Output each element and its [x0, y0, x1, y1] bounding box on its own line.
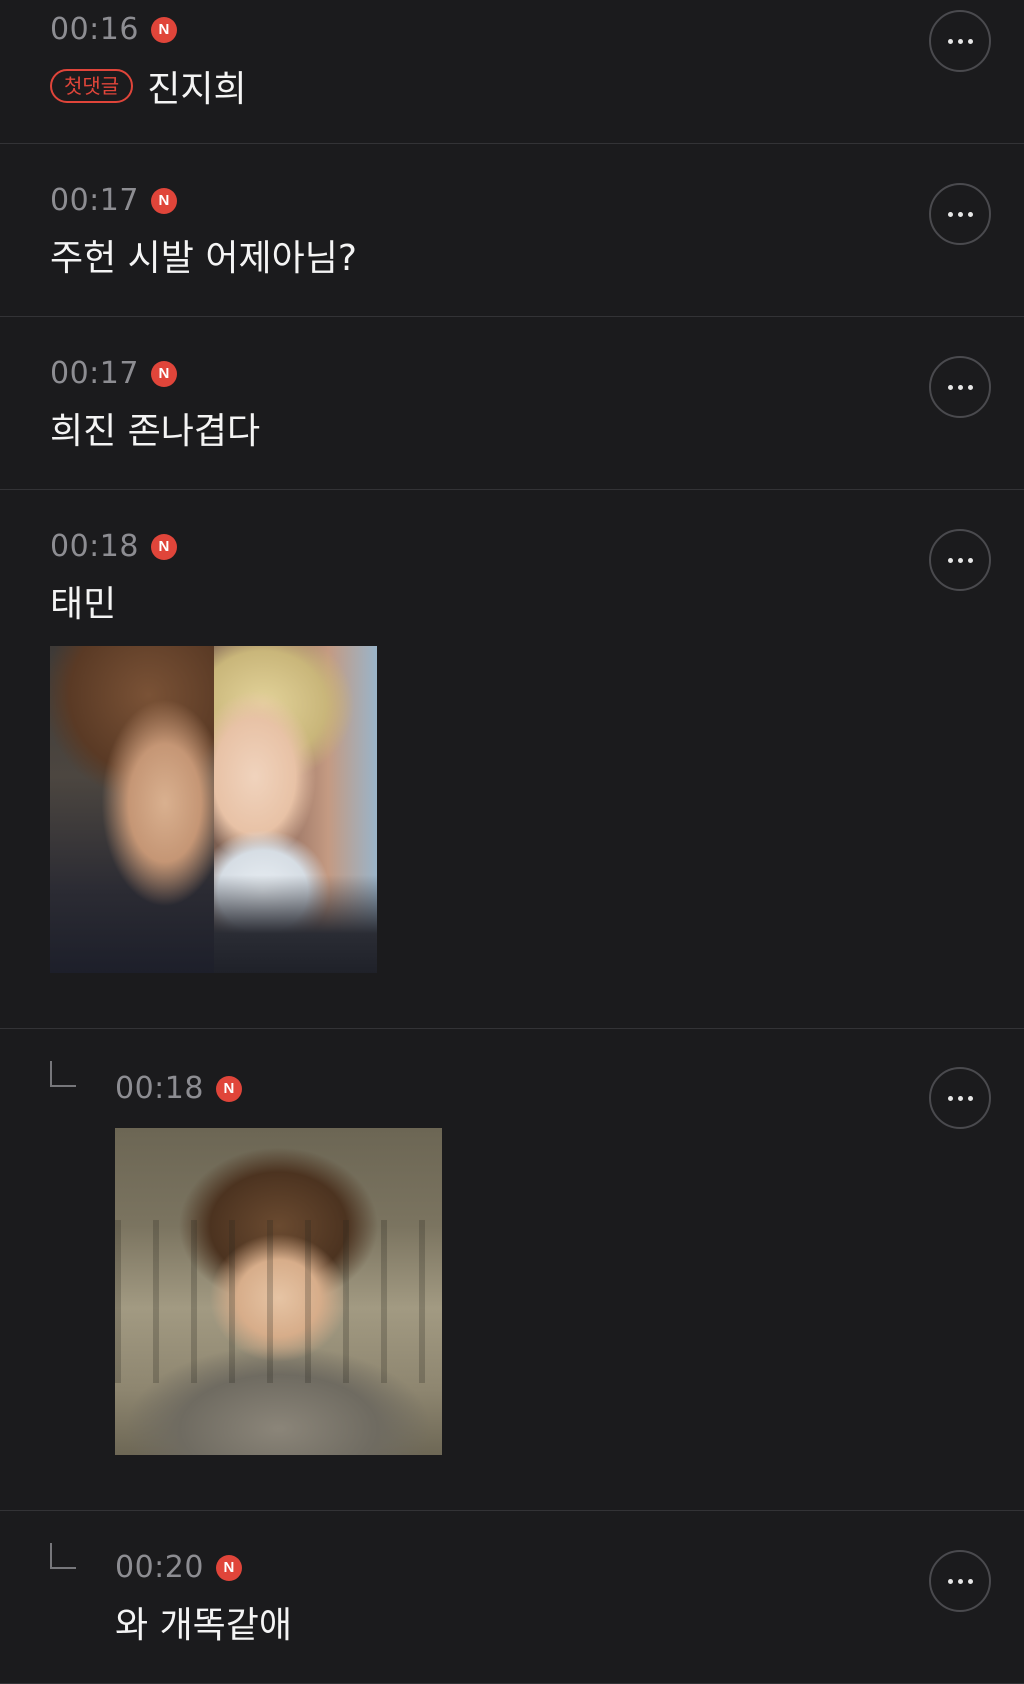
more-options-button[interactable] [929, 183, 991, 245]
new-badge-icon: N [150, 533, 177, 560]
comment-item: 00:16 N 첫댓글 진지희 [0, 0, 1024, 144]
reply-arrow-icon [50, 1543, 76, 1569]
comment-body: 와 개똑같애 [115, 1596, 292, 1648]
more-horizontal-icon [947, 384, 953, 390]
comment-text: 진지희 [147, 69, 247, 110]
new-badge-icon: N [215, 1554, 242, 1581]
comment-meta: 00:18 N [50, 529, 177, 564]
comment-meta: 00:16 N [50, 12, 177, 47]
new-badge-icon: N [150, 16, 177, 43]
more-options-button[interactable] [929, 1550, 991, 1612]
more-options-button[interactable] [929, 1067, 991, 1129]
reply-item: 00:18 N [0, 1029, 1024, 1511]
comment-body: 희진 존나겹다 [50, 402, 260, 454]
more-horizontal-icon [947, 211, 953, 217]
comment-body: 태민 [50, 575, 116, 627]
comment-time: 00:18 [115, 1071, 204, 1106]
reply-item: 00:20 N 와 개똑같애 [0, 1511, 1024, 1684]
more-options-button[interactable] [929, 10, 991, 72]
more-horizontal-icon [947, 1578, 953, 1584]
comment-time: 00:16 [50, 12, 139, 47]
comment-time: 00:17 [50, 356, 139, 391]
comment-time: 00:17 [50, 183, 139, 218]
comment-text: 와 개똑같애 [115, 1605, 293, 1646]
comment-photo[interactable] [115, 1128, 442, 1455]
comment-meta: 00:17 N [50, 183, 177, 218]
comment-text: 주헌 시발 어제아님? [50, 238, 357, 279]
new-badge-icon: N [150, 187, 177, 214]
comment-item: 00:17 N 희진 존나겹다 [0, 317, 1024, 490]
comment-time: 00:18 [50, 529, 139, 564]
new-badge-icon: N [150, 360, 177, 387]
more-horizontal-icon [947, 1095, 953, 1101]
comment-body: 첫댓글 진지희 [50, 60, 247, 112]
comment-meta: 00:20 N [115, 1550, 242, 1585]
first-comment-badge: 첫댓글 [50, 69, 134, 103]
more-options-button[interactable] [929, 529, 991, 591]
comment-body: 주헌 시발 어제아님? [50, 229, 357, 281]
comment-meta: 00:17 N [50, 356, 177, 391]
comment-item: 00:17 N 주헌 시발 어제아님? [0, 144, 1024, 317]
comment-meta: 00:18 N [115, 1071, 242, 1106]
comment-time: 00:20 [115, 1550, 204, 1585]
comment-photo[interactable] [50, 646, 377, 973]
more-options-button[interactable] [929, 356, 991, 418]
new-badge-icon: N [215, 1075, 242, 1102]
comment-text: 태민 [50, 584, 117, 625]
more-horizontal-icon [947, 557, 953, 563]
more-horizontal-icon [947, 38, 953, 44]
reply-arrow-icon [50, 1061, 76, 1087]
comment-text: 희진 존나겹다 [50, 411, 261, 452]
comment-item: 00:18 N 태민 [0, 490, 1024, 1029]
